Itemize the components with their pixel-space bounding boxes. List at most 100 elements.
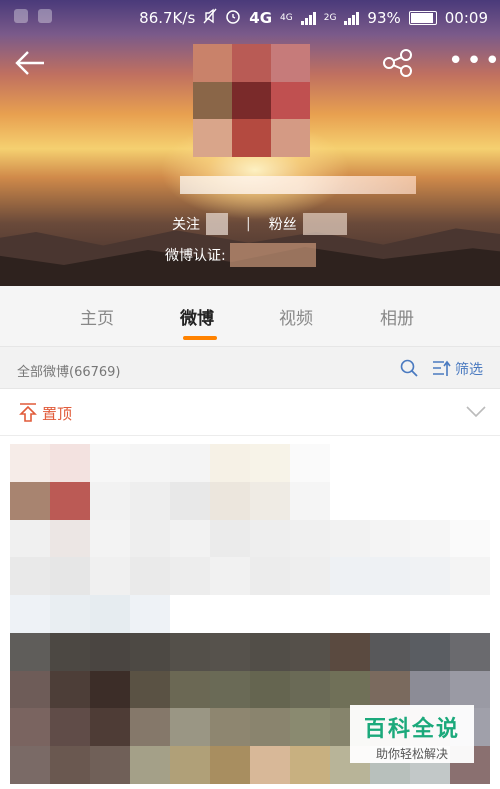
mosaic-cell <box>170 746 210 784</box>
mosaic-cell <box>290 746 330 784</box>
mosaic-cell <box>290 632 330 671</box>
weibo-count[interactable]: 全部微博(66769) <box>17 361 121 380</box>
verification-info: 微博认证: <box>165 243 316 267</box>
follow-label[interactable]: 关注 <box>172 214 200 234</box>
clock: 00:09 <box>444 9 488 27</box>
follow-count-blurred <box>206 213 228 235</box>
pinned-label: 置顶 <box>42 405 73 423</box>
mosaic-cell <box>250 670 290 709</box>
mosaic-cell <box>370 481 410 520</box>
network-type: 4G <box>249 9 273 27</box>
mosaic-cell <box>450 670 490 709</box>
mosaic-cell <box>210 708 250 747</box>
mosaic-cell <box>330 519 370 558</box>
share-icon <box>383 49 412 77</box>
mosaic-cell <box>130 481 170 520</box>
mosaic-cell <box>130 746 170 784</box>
verify-text-blurred <box>229 243 316 267</box>
mosaic-cell <box>50 481 90 520</box>
mosaic-cell <box>410 557 450 596</box>
mosaic-cell <box>450 632 490 671</box>
mosaic-cell <box>210 481 250 520</box>
mosaic-cell <box>170 670 210 709</box>
mosaic-cell <box>90 557 130 596</box>
arrow-left-icon <box>15 51 44 75</box>
mosaic-cell <box>170 708 210 747</box>
share-button[interactable] <box>382 48 418 80</box>
mosaic-cell <box>170 444 210 482</box>
mosaic-cell <box>210 632 250 671</box>
mosaic-cell <box>10 444 50 482</box>
mosaic-cell <box>250 632 290 671</box>
avatar[interactable] <box>193 44 310 157</box>
filter-button[interactable]: 筛选 <box>432 359 483 379</box>
mosaic-cell <box>290 595 330 633</box>
mosaic-cell <box>130 708 170 747</box>
profile-tabs: 主页 微博 视频 相册 <box>0 286 500 347</box>
mosaic-cell <box>290 708 330 747</box>
mosaic-cell <box>330 670 370 709</box>
tab-home[interactable]: 主页 <box>80 304 114 329</box>
mosaic-cell <box>90 670 130 709</box>
follow-stats: 关注 | 粉丝 <box>172 213 347 235</box>
more-button[interactable]: ••• <box>448 48 500 80</box>
back-button[interactable] <box>14 48 50 80</box>
mosaic-cell <box>10 557 50 596</box>
fans-label[interactable]: 粉丝 <box>269 214 297 234</box>
mute-icon <box>203 8 217 28</box>
mosaic-cell <box>90 708 130 747</box>
mosaic-cell <box>250 444 290 482</box>
battery-percent: 93% <box>367 9 401 27</box>
mosaic-cell <box>250 708 290 747</box>
battery-icon <box>408 11 437 25</box>
signal-icon <box>300 11 316 25</box>
mosaic-cell <box>10 746 50 784</box>
mosaic-cell <box>10 595 50 633</box>
gallery-icon <box>38 9 52 23</box>
pinned-post-header[interactable]: 置顶 <box>0 389 500 436</box>
mosaic-cell <box>410 444 450 482</box>
mosaic-cell <box>450 519 490 558</box>
mosaic-cell <box>130 595 170 633</box>
mosaic-cell <box>170 481 210 520</box>
chevron-down-icon[interactable] <box>465 404 487 418</box>
filter-icon <box>433 360 451 376</box>
notification-icon <box>14 9 28 23</box>
tab-video[interactable]: 视频 <box>279 304 313 329</box>
verify-label: 微博认证: <box>165 248 226 264</box>
mosaic-cell <box>290 557 330 596</box>
mosaic-cell <box>370 444 410 482</box>
mosaic-cell <box>250 557 290 596</box>
mosaic-cell <box>90 632 130 671</box>
fans-count-blurred <box>302 213 347 235</box>
mosaic-cell <box>10 708 50 747</box>
mosaic-cell <box>330 632 370 671</box>
mosaic-cell <box>50 708 90 747</box>
mosaic-cell <box>90 481 130 520</box>
mosaic-cell <box>210 595 250 633</box>
mosaic-cell <box>90 444 130 482</box>
mosaic-cell <box>90 595 130 633</box>
stats-divider: | <box>246 216 251 232</box>
tab-weibo[interactable]: 微博 <box>180 304 214 329</box>
mosaic-cell <box>170 632 210 671</box>
mosaic-cell <box>90 746 130 784</box>
pin-top-icon <box>18 402 38 422</box>
network-type-tertiary: 2G <box>323 13 337 23</box>
search-icon[interactable] <box>400 359 418 377</box>
watermark-title: 百科全说 <box>363 717 460 742</box>
mosaic-cell <box>50 519 90 558</box>
mosaic-cell <box>130 557 170 596</box>
mosaic-cell <box>290 519 330 558</box>
mosaic-cell <box>90 519 130 558</box>
mosaic-cell <box>290 670 330 709</box>
mosaic-cell <box>290 444 330 482</box>
mosaic-cell <box>410 519 450 558</box>
watermark: 百科全说 助你轻松解决 <box>350 705 474 763</box>
mosaic-cell <box>50 632 90 671</box>
mosaic-cell <box>330 557 370 596</box>
mosaic-cell <box>370 595 410 633</box>
tab-album[interactable]: 相册 <box>380 304 414 329</box>
mosaic-cell <box>290 481 330 520</box>
mosaic-cell <box>250 481 290 520</box>
